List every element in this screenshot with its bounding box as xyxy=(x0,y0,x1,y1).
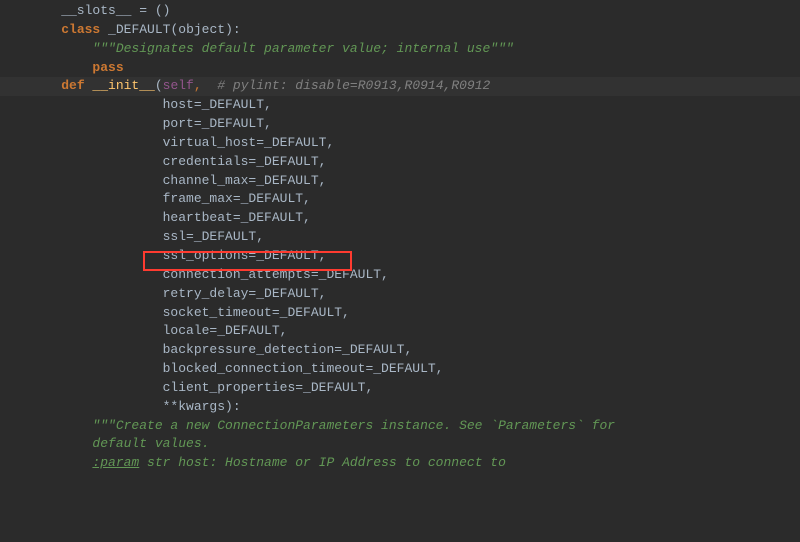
code-line: frame_max=_DEFAULT, xyxy=(0,190,800,209)
code-line: __slots__ = () xyxy=(0,2,800,21)
code-line: backpressure_detection=_DEFAULT, xyxy=(0,341,800,360)
code-line: class _DEFAULT(object): xyxy=(0,21,800,40)
code-line: channel_max=_DEFAULT, xyxy=(0,172,800,191)
code-line: pass xyxy=(0,59,800,78)
code-line: heartbeat=_DEFAULT, xyxy=(0,209,800,228)
code-line: """Create a new ConnectionParameters ins… xyxy=(0,417,800,436)
code-editor[interactable]: __slots__ = () class _DEFAULT(object): "… xyxy=(0,0,800,473)
code-line: credentials=_DEFAULT, xyxy=(0,153,800,172)
code-line: port=_DEFAULT, xyxy=(0,115,800,134)
code-line: socket_timeout=_DEFAULT, xyxy=(0,304,800,323)
code-line: client_properties=_DEFAULT, xyxy=(0,379,800,398)
code-line: ssl=_DEFAULT, xyxy=(0,228,800,247)
code-line-current: def __init__(self, # pylint: disable=R09… xyxy=(0,77,800,96)
code-line: retry_delay=_DEFAULT, xyxy=(0,285,800,304)
code-line: connection_attempts=_DEFAULT, xyxy=(0,266,800,285)
code-line: blocked_connection_timeout=_DEFAULT, xyxy=(0,360,800,379)
code-line: host=_DEFAULT, xyxy=(0,96,800,115)
code-line: default values. xyxy=(0,435,800,454)
code-line: **kwargs): xyxy=(0,398,800,417)
code-line: virtual_host=_DEFAULT, xyxy=(0,134,800,153)
code-line: :param str host: Hostname or IP Address … xyxy=(0,454,800,473)
code-line: locale=_DEFAULT, xyxy=(0,322,800,341)
code-line: """Designates default parameter value; i… xyxy=(0,40,800,59)
code-line: ssl_options=_DEFAULT, xyxy=(0,247,800,266)
